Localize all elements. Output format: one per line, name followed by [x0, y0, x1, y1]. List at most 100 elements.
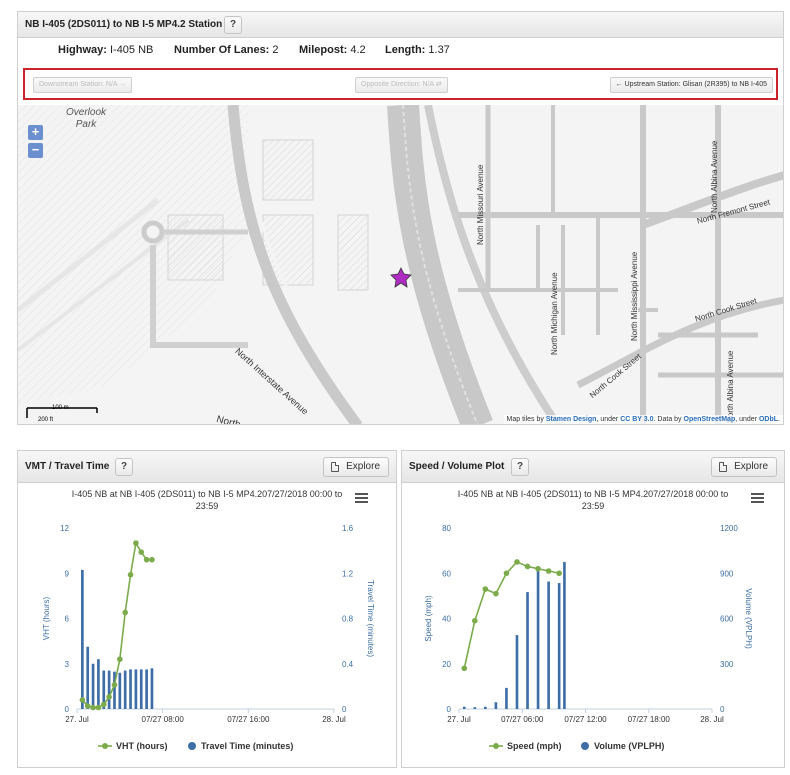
- speed-title: Speed / Volume Plot: [409, 461, 505, 472]
- vmt-bar[interactable]: [118, 672, 122, 709]
- vmt-bar[interactable]: [150, 668, 154, 709]
- attrib-under2: , under: [735, 416, 758, 423]
- vmt-y2-tick: 0.4: [342, 660, 354, 669]
- map-attribution: Map tiles by Stamen Design, under CC BY …: [503, 415, 783, 424]
- vmt-line-point[interactable]: [122, 609, 128, 616]
- vmt-bar[interactable]: [97, 659, 100, 709]
- vmt-line-point[interactable]: [95, 704, 102, 711]
- speed-bar[interactable]: [494, 702, 498, 709]
- length-value: 1.37: [428, 44, 450, 56]
- map-label-park-line1: Overlook: [66, 107, 107, 118]
- vmt-line-point[interactable]: [138, 549, 145, 555]
- speed-help-button[interactable]: ?: [511, 458, 529, 476]
- vmt-line-point[interactable]: [84, 703, 91, 709]
- vmt-explore-button[interactable]: Explore: [323, 457, 389, 477]
- vmt-bar[interactable]: [145, 669, 148, 709]
- speed-bar[interactable]: [557, 583, 561, 709]
- speed-bar[interactable]: [484, 706, 487, 709]
- speed-line-point[interactable]: [493, 590, 499, 597]
- vmt-bar[interactable]: [91, 663, 95, 709]
- speed-bar[interactable]: [505, 687, 508, 709]
- vmt-line-point[interactable]: [111, 682, 118, 688]
- speed-line-point[interactable]: [514, 559, 520, 565]
- adjacent-stations-bar: Downstream Station: N/A → Opposite Direc…: [23, 68, 778, 100]
- vmt-line-point[interactable]: [133, 540, 139, 546]
- speed-line-point[interactable]: [461, 665, 468, 672]
- highway-value: I-405 NB: [109, 44, 154, 56]
- speed-y2-tick: 0: [720, 705, 725, 714]
- attrib-stamen-link[interactable]: Stamen Design: [546, 416, 597, 423]
- speed-explore-label: Explore: [734, 461, 768, 472]
- vmt-bar[interactable]: [107, 670, 111, 709]
- vmt-line-point[interactable]: [100, 701, 107, 708]
- speed-bar[interactable]: [462, 706, 466, 709]
- vmt-line-point[interactable]: [79, 697, 86, 703]
- station-panel-header: NB I-405 (2DS011) to NB I-5 MP4.2 Statio…: [18, 12, 783, 38]
- vmt-chart: 0 3 6 9 12 0 0.4 0.8 1.2 1.6 27. Jul 07/27 08:00 07/…: [42, 524, 375, 751]
- speed-line-point[interactable]: [545, 568, 552, 574]
- zoom-in-button[interactable]: +: [28, 125, 43, 140]
- upstream-station-button[interactable]: ← Upstream Station: Glisan (2R395) to NB…: [609, 77, 773, 93]
- length-info: Length: 1.37: [385, 44, 450, 56]
- highway-label: Highway:: [58, 44, 107, 56]
- vmt-title: VMT / Travel Time: [25, 461, 110, 472]
- speed-line-point[interactable]: [482, 586, 489, 592]
- vmt-line-point[interactable]: [127, 571, 134, 578]
- document-icon: [719, 462, 728, 472]
- speed-x-tick: 27. Jul: [447, 715, 471, 724]
- vmt-y-tick: 3: [65, 660, 70, 669]
- vmt-bar[interactable]: [134, 669, 138, 709]
- vmt-bar[interactable]: [129, 669, 132, 709]
- speed-menu-icon[interactable]: [751, 493, 764, 503]
- vmt-line-point[interactable]: [149, 556, 155, 563]
- station-info-row: Highway: I-405 NB Number Of Lanes: 2 Mil…: [18, 44, 783, 64]
- speed-line-point[interactable]: [503, 570, 510, 577]
- speed-panel: Speed / Volume Plot ? Explore I-405 NB a…: [401, 450, 785, 768]
- station-help-button[interactable]: ?: [224, 16, 242, 34]
- speed-bar[interactable]: [526, 592, 529, 709]
- speed-line-point[interactable]: [524, 563, 531, 570]
- vmt-bar[interactable]: [86, 646, 90, 709]
- vmt-panel: VMT / Travel Time ? Explore I-405 NB at …: [17, 450, 397, 768]
- speed-chart: 0 20 40 60 80 0 300 600 900 1200 27. Jul 07/27 06:0…: [424, 524, 753, 751]
- length-label: Length:: [385, 44, 426, 56]
- speed-legend-line-label[interactable]: Speed (mph): [507, 741, 562, 751]
- zoom-out-button[interactable]: −: [28, 143, 43, 158]
- attrib-ccby-link[interactable]: CC BY 3.0: [620, 416, 653, 423]
- vmt-bar[interactable]: [81, 569, 84, 709]
- vmt-line-point[interactable]: [106, 694, 112, 700]
- attrib-odbl-link[interactable]: ODbL: [759, 416, 778, 423]
- speed-explore-button[interactable]: Explore: [711, 457, 777, 477]
- vmt-legend-bar-label[interactable]: Travel Time (minutes): [201, 741, 293, 751]
- vmt-bar[interactable]: [139, 669, 143, 709]
- speed-bar[interactable]: [515, 635, 519, 709]
- speed-line-point[interactable]: [472, 617, 478, 624]
- speed-bar[interactable]: [536, 568, 540, 709]
- vmt-help-button[interactable]: ?: [115, 458, 133, 476]
- speed-bar[interactable]: [473, 707, 477, 709]
- vmt-y-axis-title: VHT (hours): [42, 596, 51, 640]
- vmt-x-tick: 28. Jul: [322, 715, 346, 724]
- speed-x-tick: 07/27 06:00: [501, 715, 544, 724]
- vmt-legend-bar-marker: [188, 742, 196, 750]
- attrib-osm-link[interactable]: OpenStreetMap: [684, 416, 736, 423]
- vmt-line-point[interactable]: [90, 704, 96, 711]
- vmt-menu-icon[interactable]: [355, 493, 368, 503]
- downstream-station-button[interactable]: Downstream Station: N/A →: [33, 77, 133, 93]
- speed-bar[interactable]: [547, 581, 550, 709]
- vmt-line-point[interactable]: [143, 556, 150, 563]
- speed-line-point[interactable]: [556, 570, 562, 577]
- vmt-explore-label: Explore: [346, 461, 380, 472]
- speed-y-tick: 40: [442, 615, 451, 624]
- vmt-panel-header: VMT / Travel Time ? Explore: [18, 451, 396, 483]
- vmt-x-tick: 07/27 16:00: [227, 715, 270, 724]
- speed-line-point[interactable]: [535, 565, 541, 572]
- vmt-line-point[interactable]: [117, 656, 123, 663]
- speed-legend-bar-label[interactable]: Volume (VPLPH): [594, 741, 664, 751]
- speed-bar[interactable]: [563, 561, 566, 709]
- vmt-y-tick: 0: [65, 705, 70, 714]
- vmt-legend-line-label[interactable]: VHT (hours): [116, 741, 168, 751]
- vmt-bar[interactable]: [123, 670, 127, 709]
- opposite-direction-button[interactable]: Opposite Direction: N/A ⇄: [355, 77, 448, 93]
- station-map[interactable]: Overlook Park North Interstate Avenue No…: [18, 105, 783, 424]
